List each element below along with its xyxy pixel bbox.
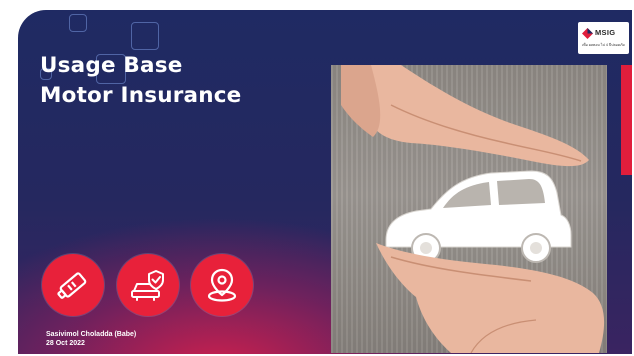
- presentation-date: 28 Oct 2022: [46, 340, 85, 347]
- logo-tagline: เพื่อ ผลตอบ ไป 4 ปีปลอดภัย: [582, 43, 625, 47]
- presenter-info: Sasivimol Choladda (Babe) 28 Oct 2022: [46, 330, 136, 348]
- decorative-square: [69, 14, 87, 32]
- car-shield-icon: [131, 270, 164, 301]
- car-key-icon: [57, 272, 87, 299]
- slide-title: Usage Base Motor Insurance: [40, 51, 241, 111]
- title-line-1: Usage Base: [40, 53, 183, 78]
- hands-protecting-car-photo: [331, 65, 607, 353]
- presentation-slide: Usage Base Motor Insurance MSIG เพื่อ ผล…: [18, 10, 632, 354]
- car-shield-icon-badge: [117, 254, 179, 316]
- location-pin-icon: [207, 268, 237, 302]
- location-pin-icon-badge: [191, 254, 253, 316]
- decorative-square: [131, 22, 159, 50]
- msig-logo: MSIG เพื่อ ผลตอบ ไป 4 ปีปลอดภัย: [578, 22, 629, 54]
- car-key-icon-badge: [42, 254, 104, 316]
- logo-brand-text: MSIG: [595, 28, 616, 37]
- hands-car-illustration: [341, 65, 605, 353]
- accent-strip: [621, 65, 632, 175]
- title-line-2: Motor Insurance: [40, 83, 242, 108]
- presenter-name: Sasivimol Choladda (Babe): [46, 331, 137, 338]
- msig-diamond-icon: [582, 28, 593, 39]
